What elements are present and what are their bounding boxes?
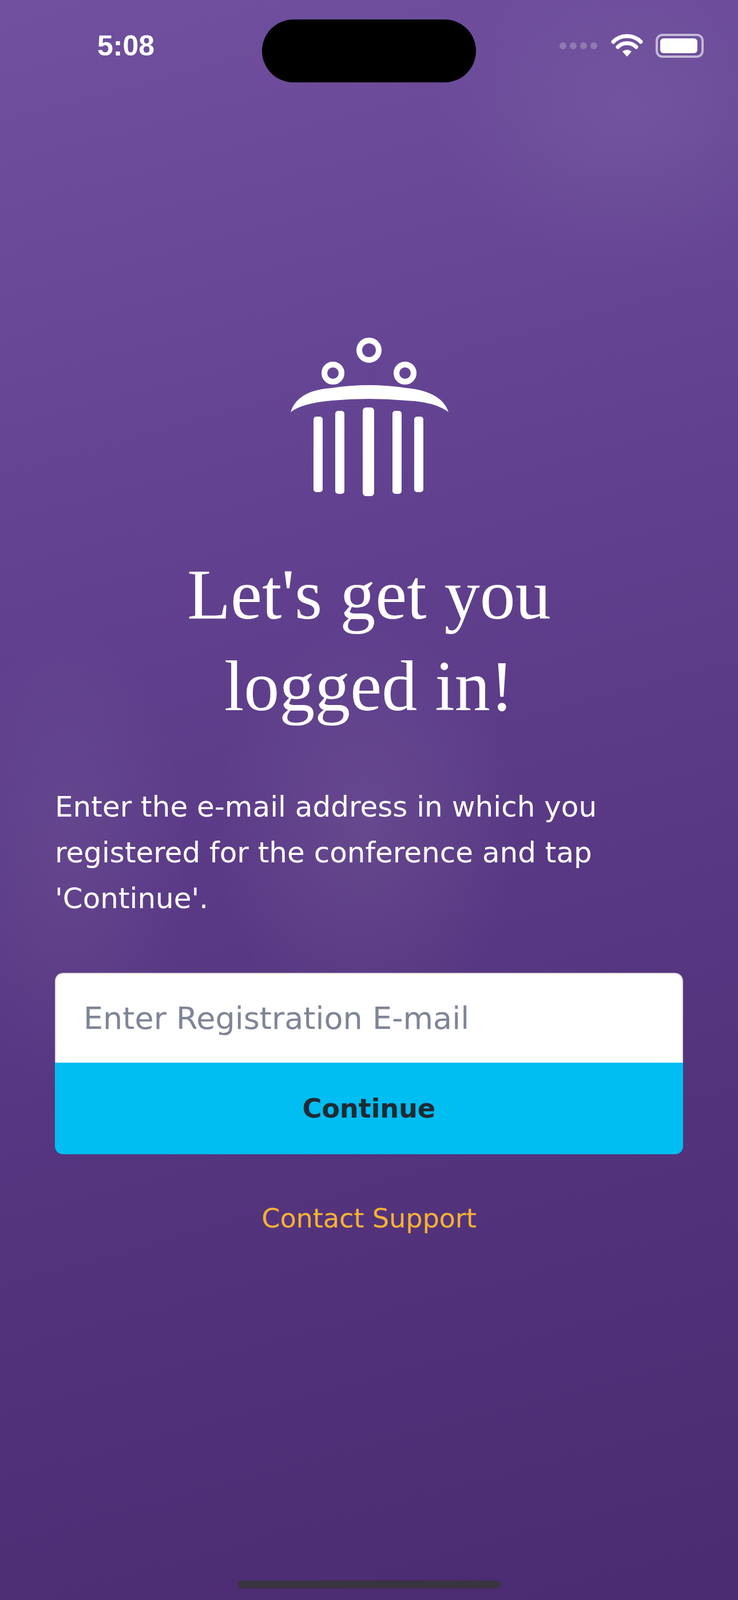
login-screen: 5:08 Let's get you logged in! Enter the e-…: [0, 0, 738, 1600]
login-form: Continue: [54, 972, 684, 1154]
contact-support-link[interactable]: Contact Support: [261, 1202, 476, 1234]
login-title: Let's get you logged in!: [117, 549, 621, 733]
status-time: 5:08: [97, 29, 155, 63]
logo-icon: [286, 337, 452, 504]
status-bar: 5:08: [0, 0, 738, 92]
email-input[interactable]: [54, 972, 684, 1063]
wifi-icon: [610, 33, 644, 58]
signal-icon: [558, 40, 599, 52]
continue-button[interactable]: Continue: [54, 1062, 684, 1154]
battery-level: [660, 38, 698, 54]
login-content: Let's get you logged in! Enter the e-mail…: [0, 91, 738, 1234]
login-instructions: Enter the e-mail address in which you re…: [54, 783, 684, 922]
status-icons: [558, 33, 704, 58]
dynamic-island: [262, 19, 476, 83]
battery-icon: [655, 33, 704, 58]
home-indicator: [237, 1580, 501, 1589]
